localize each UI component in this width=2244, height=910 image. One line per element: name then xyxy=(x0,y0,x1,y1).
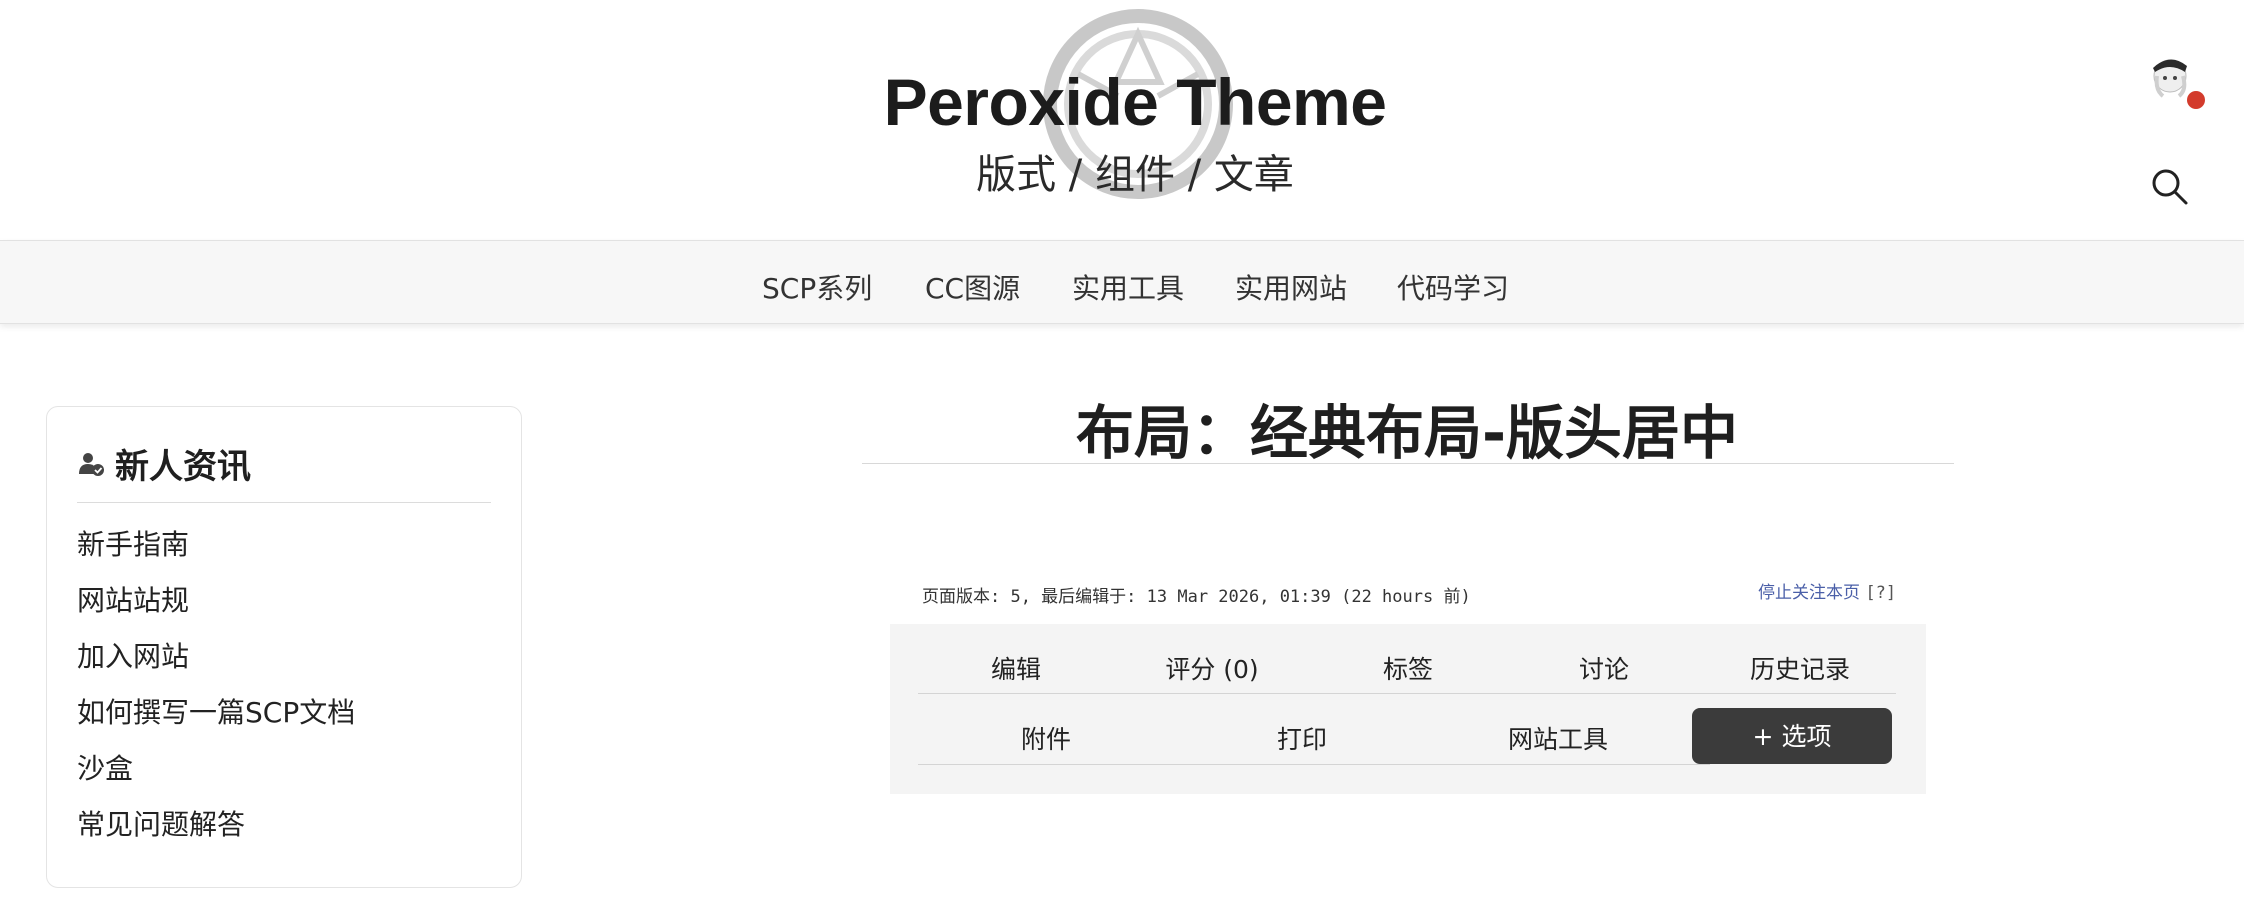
unwatch-page-link[interactable]: 停止关注本页 xyxy=(1758,583,1860,603)
site-title[interactable]: Peroxide Theme xyxy=(0,64,2244,140)
sidebar-item-guide[interactable]: 新手指南 xyxy=(77,525,355,581)
search-icon[interactable] xyxy=(2148,165,2192,209)
nav-item-websites[interactable]: 实用网站 xyxy=(1235,267,1347,307)
options-row-divider-2 xyxy=(918,764,1710,765)
nav-item-cc-images[interactable]: CC图源 xyxy=(925,267,1020,307)
option-rate[interactable]: 评分 (0) xyxy=(1112,650,1312,686)
watch-controls: 停止关注本页 [?] xyxy=(1758,578,1896,603)
site-header: Peroxide Theme 版式 / 组件 / 文章 xyxy=(0,0,2244,240)
option-files[interactable]: 附件 xyxy=(918,720,1174,756)
page-info: 页面版本: 5, 最后编辑于: 13 Mar 2026, 01:39 (22 h… xyxy=(922,587,1471,607)
nav-item-code-learning[interactable]: 代码学习 xyxy=(1397,267,1509,307)
top-nav: SCP系列 CC图源 实用工具 实用网站 代码学习 xyxy=(0,240,2244,324)
sidebar-newcomer-panel: 新人资讯 新手指南 网站站规 加入网站 如何撰写一篇SCP文档 沙盒 常见问题解… xyxy=(46,406,522,888)
watch-help-link[interactable]: [?] xyxy=(1865,583,1896,603)
site-subtitle: 版式 / 组件 / 文章 xyxy=(976,152,1294,198)
sidebar-item-faq[interactable]: 常见问题解答 xyxy=(77,805,355,861)
avatar[interactable] xyxy=(2145,50,2195,100)
option-print[interactable]: 打印 xyxy=(1174,720,1430,756)
more-options-button[interactable]: + 选项 xyxy=(1692,708,1892,764)
nav-item-tools[interactable]: 实用工具 xyxy=(1072,267,1184,307)
option-edit[interactable]: 编辑 xyxy=(916,650,1116,686)
title-divider xyxy=(862,463,1954,464)
page-options-bar: 编辑 评分 (0) 标签 讨论 历史记录 附件 打印 网站工具 + 选项 xyxy=(890,624,1926,794)
sidebar-item-join[interactable]: 加入网站 xyxy=(77,637,355,693)
option-tags[interactable]: 标签 xyxy=(1308,650,1508,686)
sidebar-list: 新手指南 网站站规 加入网站 如何撰写一篇SCP文档 沙盒 常见问题解答 xyxy=(77,525,355,861)
page-title: 布局：经典布局-版头居中 xyxy=(1075,399,1739,467)
sidebar-heading-text: 新人资讯 xyxy=(115,447,251,487)
nav-item-scp-series[interactable]: SCP系列 xyxy=(762,267,872,307)
options-row-divider xyxy=(918,693,1896,694)
sidebar-item-how-to-write[interactable]: 如何撰写一篇SCP文档 xyxy=(77,693,355,749)
user-check-icon xyxy=(79,452,104,476)
sidebar-item-rules[interactable]: 网站站规 xyxy=(77,581,355,637)
notification-badge xyxy=(2187,91,2205,109)
option-history[interactable]: 历史记录 xyxy=(1700,650,1900,686)
sidebar-divider xyxy=(77,502,491,503)
option-discuss[interactable]: 讨论 xyxy=(1504,650,1704,686)
option-site-tools[interactable]: 网站工具 xyxy=(1430,720,1686,756)
sidebar-item-sandbox[interactable]: 沙盒 xyxy=(77,749,355,805)
sidebar-heading: 新人资讯 xyxy=(77,439,251,488)
